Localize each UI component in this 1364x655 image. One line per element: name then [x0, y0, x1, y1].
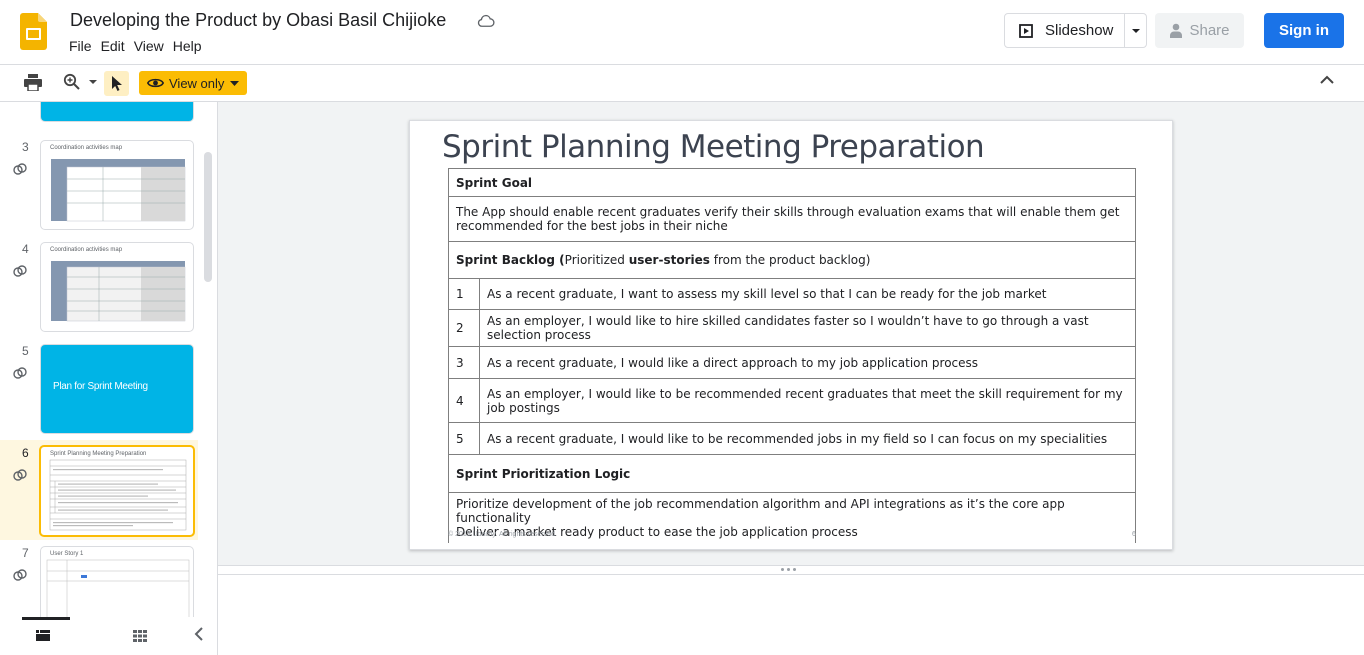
- table-row: 1 As a recent graduate, I want to assess…: [448, 278, 1136, 310]
- filmstrip-item[interactable]: [0, 102, 200, 132]
- active-view-indicator: [22, 617, 70, 620]
- backlog-item: As a recent graduate, I would like a dir…: [479, 346, 1136, 379]
- select-pointer-button[interactable]: [104, 71, 129, 96]
- sprint-goal-header: Sprint Goal: [448, 168, 1136, 197]
- slide-filmstrip: 3 Coordination activities map 4 Coordina…: [0, 102, 218, 655]
- linked-slide-icon: [13, 469, 27, 481]
- table-row: 5 As a recent graduate, I would like to …: [448, 422, 1136, 455]
- app-header: Developing the Product by Obasi Basil Ch…: [0, 0, 1364, 64]
- filmstrip-item[interactable]: 5 Plan for Sprint Meeting: [0, 344, 200, 444]
- backlog-header-tail: from the product backlog): [709, 253, 871, 267]
- menu-view[interactable]: View: [133, 38, 170, 54]
- logic-line-1: Prioritize development of the job recomm…: [456, 497, 1065, 525]
- copyright-footer: © 2019 Udacity. All rights reserved.: [448, 531, 557, 538]
- slide-page-number: 6: [1132, 531, 1136, 538]
- backlog-item: As an employer, I would like to hire ski…: [479, 309, 1136, 347]
- slide-canvas: Sprint Planning Meeting Preparation Spri…: [218, 102, 1364, 565]
- cursor-arrow-icon: [111, 76, 122, 91]
- prioritization-logic-header: Sprint Prioritization Logic: [448, 454, 1136, 493]
- backlog-header-mid: Prioritized: [564, 253, 629, 267]
- view-only-button[interactable]: View only: [139, 71, 247, 95]
- backlog-number: 1: [448, 278, 480, 310]
- slideshow-button-group: Slideshow: [1004, 13, 1147, 48]
- slide-title: Sprint Planning Meeting Preparation: [442, 129, 985, 165]
- speaker-notes-resize-handle[interactable]: [218, 565, 1364, 575]
- caret-down-icon: [1131, 28, 1140, 33]
- menu-edit[interactable]: Edit: [100, 38, 131, 54]
- menu-help[interactable]: Help: [172, 38, 208, 54]
- table-row: 2 As an employer, I would like to hire s…: [448, 309, 1136, 347]
- backlog-header-bold: Sprint Backlog (: [456, 253, 565, 267]
- menu-bar: File Edit View Help: [68, 38, 210, 54]
- table-row: 3 As a recent graduate, I would like a d…: [448, 346, 1136, 379]
- list-view-icon[interactable]: [36, 630, 50, 641]
- filmstrip-item[interactable]: 4 Coordination activities map: [0, 242, 200, 342]
- table-row: Sprint Backlog (Prioritized user-stories…: [448, 241, 1136, 279]
- slide-number: 4: [22, 242, 29, 256]
- backlog-number: 3: [448, 346, 480, 379]
- grid-view-icon[interactable]: [133, 630, 147, 642]
- table-row: Sprint Prioritization Logic: [448, 454, 1136, 493]
- sign-in-button[interactable]: Sign in: [1264, 13, 1344, 48]
- sprint-table: Sprint Goal The App should enable recent…: [448, 168, 1136, 543]
- slides-logo-icon[interactable]: [20, 13, 47, 50]
- thumbnail-table-graphic: [51, 261, 186, 322]
- linked-slide-icon: [13, 367, 27, 379]
- backlog-item: As a recent graduate, I want to assess m…: [479, 278, 1136, 310]
- backlog-number: 5: [448, 422, 480, 455]
- document-title[interactable]: Developing the Product by Obasi Basil Ch…: [70, 10, 446, 31]
- backlog-number: 4: [448, 378, 480, 423]
- slide-number: 6: [22, 446, 29, 460]
- slideshow-dropdown-button[interactable]: [1125, 14, 1146, 47]
- view-only-label: View only: [169, 75, 225, 91]
- filmstrip-item-selected[interactable]: 6 Sprint Planning Meeting Preparation: [0, 440, 198, 540]
- slideshow-label: Slideshow: [1045, 22, 1114, 39]
- filmstrip-scrollbar[interactable]: [204, 152, 212, 282]
- thumbnail-title: Plan for Sprint Meeting: [53, 381, 148, 392]
- current-slide: Sprint Planning Meeting Preparation Spri…: [409, 120, 1173, 550]
- backlog-item: As an employer, I would like to be recom…: [479, 378, 1136, 423]
- slideshow-button[interactable]: Slideshow: [1005, 14, 1126, 47]
- caret-down-icon: [230, 80, 240, 86]
- share-label: Share: [1189, 22, 1230, 39]
- eye-icon: [147, 78, 164, 88]
- backlog-number: 2: [448, 309, 480, 347]
- sprint-goal-text: The App should enable recent graduates v…: [448, 196, 1136, 242]
- toolbar: View only: [0, 64, 1364, 102]
- thumbnail-table-graphic: [51, 159, 186, 222]
- share-button[interactable]: Share: [1155, 13, 1244, 48]
- slide-number: 3: [22, 140, 29, 154]
- cloud-saved-icon[interactable]: [477, 12, 495, 30]
- linked-slide-icon: [13, 163, 27, 175]
- slide-thumbnail[interactable]: Plan for Sprint Meeting: [40, 344, 194, 434]
- linked-slide-icon: [13, 265, 27, 277]
- table-row: Sprint Goal: [448, 168, 1136, 197]
- slide-thumbnail[interactable]: Sprint Planning Meeting Preparation: [39, 445, 195, 537]
- chevron-left-icon[interactable]: [194, 627, 204, 641]
- slide-thumbnail[interactable]: Coordination activities map: [40, 242, 194, 332]
- table-row: 4 As an employer, I would like to be rec…: [448, 378, 1136, 423]
- backlog-item: As a recent graduate, I would like to be…: [479, 422, 1136, 455]
- slide-number: 7: [22, 546, 29, 560]
- caret-down-icon: [89, 80, 97, 84]
- sprint-backlog-header: Sprint Backlog (Prioritized user-stories…: [448, 241, 1136, 279]
- person-icon: [1170, 23, 1183, 38]
- zoom-control[interactable]: [63, 73, 98, 91]
- present-icon: [1019, 23, 1033, 38]
- chevron-up-icon[interactable]: [1320, 75, 1334, 84]
- backlog-header-bold2: user-stories: [628, 253, 710, 267]
- menu-file[interactable]: File: [68, 38, 98, 54]
- speaker-notes-area: [218, 576, 1364, 655]
- filmstrip-item[interactable]: 3 Coordination activities map: [0, 140, 200, 240]
- linked-slide-icon: [13, 569, 27, 581]
- zoom-icon: [63, 73, 80, 90]
- print-icon[interactable]: [24, 74, 42, 91]
- slide-thumbnail[interactable]: Coordination activities map: [40, 140, 194, 230]
- slide-thumbnail[interactable]: [40, 102, 194, 122]
- drag-handle-icon: [781, 568, 796, 571]
- table-row: The App should enable recent graduates v…: [448, 196, 1136, 242]
- thumbnail-table-graphic: [49, 459, 187, 531]
- slide-number: 5: [22, 344, 29, 358]
- filmstrip-footer: [0, 617, 217, 655]
